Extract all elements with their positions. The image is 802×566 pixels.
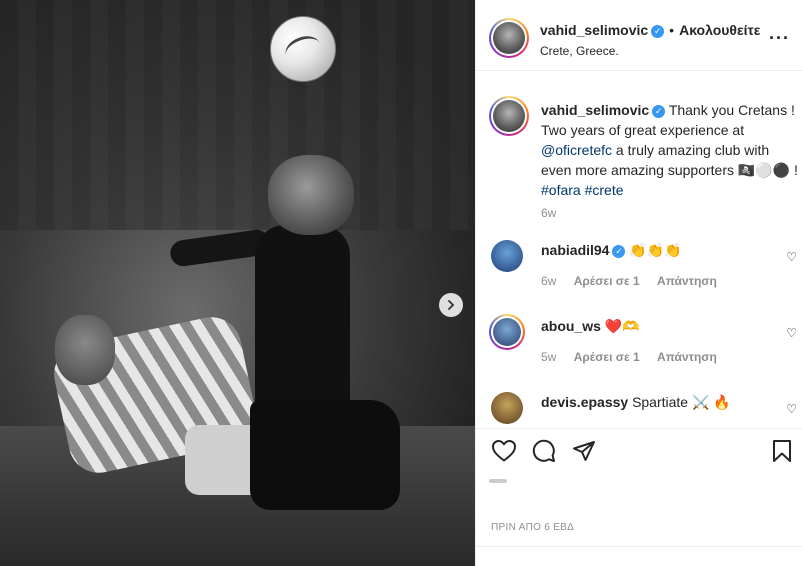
- comment-like-icon[interactable]: ♡: [786, 402, 797, 416]
- likes-summary[interactable]: [489, 472, 507, 486]
- comment-body: nabiadil94 ✓ 👏👏👏: [541, 242, 682, 259]
- commenter-avatar[interactable]: [491, 240, 523, 272]
- share-icon[interactable]: [572, 439, 596, 463]
- comment-likes[interactable]: Αρέσει σε 1: [574, 350, 640, 364]
- comment-icon[interactable]: [532, 439, 556, 463]
- comment-reply-button[interactable]: Απάντηση: [657, 274, 717, 288]
- post-location[interactable]: Crete, Greece.: [540, 44, 619, 58]
- caption-username[interactable]: vahid_selimovic: [541, 102, 649, 118]
- dark-player-head: [268, 155, 354, 235]
- stadium-stand: [0, 0, 475, 230]
- comment-text: ❤️🫶: [604, 318, 640, 334]
- caption-text: vahid_selimovic ✓ Thank you Cretans ! Two…: [541, 100, 799, 200]
- author-avatar[interactable]: [489, 18, 529, 58]
- comment-item: abou_ws ❤️🫶 5w Αρέσει σε 1 Απάντηση ♡: [489, 314, 799, 376]
- comment-meta: 5w Αρέσει σε 1 Απάντηση: [541, 350, 731, 364]
- comment-item: nabiadil94 ✓ 👏👏👏 6w Αρέσει σε 1 Απάντηση …: [489, 240, 799, 300]
- hashtag-ofara[interactable]: #ofara: [541, 182, 581, 198]
- separator-dot: •: [669, 22, 675, 38]
- comment-username[interactable]: abou_ws: [541, 318, 601, 334]
- comment-time: 6w: [541, 274, 557, 288]
- chevron-right-icon: [448, 300, 455, 310]
- comment-like-icon[interactable]: ♡: [786, 326, 797, 340]
- post-timestamp[interactable]: ΠΡΙΝ ΑΠΟ 6 ΕΒΔ: [491, 522, 574, 533]
- more-options-icon[interactable]: ···: [769, 28, 790, 49]
- author-username[interactable]: vahid_selimovic: [540, 22, 648, 38]
- verified-badge-icon: ✓: [651, 24, 665, 38]
- commenter-avatar[interactable]: [489, 314, 525, 350]
- next-image-button[interactable]: [439, 293, 463, 317]
- hashtag-crete[interactable]: #crete: [585, 182, 624, 198]
- dark-player-shorts: [250, 400, 400, 510]
- comment-meta: 6w Αρέσει σε 1 Απάντηση: [541, 274, 731, 288]
- comments-section: vahid_selimovic ✓ Thank you Cretans ! Two…: [476, 72, 802, 428]
- commenter-avatar[interactable]: [491, 392, 523, 424]
- striped-player-head: [55, 315, 115, 385]
- comment-item: devis.epassy Spartiate ⚔️ 🔥 ♡: [489, 392, 799, 428]
- comment-username[interactable]: nabiadil94: [541, 242, 609, 258]
- dark-player-body: [255, 225, 350, 425]
- post-header: vahid_selimovic ✓ • Ακολουθείτε Crete, Gree…: [476, 0, 802, 71]
- author-name-line: vahid_selimovic ✓ • Ακολουθείτε: [540, 22, 760, 38]
- caption-mention[interactable]: @oficretefc: [541, 142, 612, 158]
- comment-body: devis.epassy Spartiate ⚔️ 🔥: [541, 394, 731, 411]
- add-comment-bar[interactable]: [476, 546, 802, 566]
- comment-username[interactable]: devis.epassy: [541, 394, 628, 410]
- post-actions: [476, 428, 802, 474]
- comment-body: abou_ws ❤️🫶: [541, 318, 640, 335]
- football: [270, 16, 336, 82]
- post-image[interactable]: [0, 0, 475, 566]
- likes-avatar-icon: [489, 479, 507, 483]
- heart-icon[interactable]: [491, 439, 517, 463]
- comment-like-icon[interactable]: ♡: [786, 250, 797, 264]
- post-side-panel: vahid_selimovic ✓ • Ακολουθείτε Crete, Gree…: [475, 0, 802, 566]
- follow-status-button[interactable]: Ακολουθείτε: [679, 22, 760, 38]
- comment-text: 👏👏👏: [629, 242, 682, 258]
- caption-time: 6w: [541, 206, 557, 220]
- verified-badge-icon: ✓: [652, 104, 666, 118]
- caption-avatar[interactable]: [489, 96, 529, 136]
- comment-time: 5w: [541, 350, 557, 364]
- comment-text: Spartiate ⚔️ 🔥: [632, 394, 731, 410]
- bookmark-icon[interactable]: [772, 439, 792, 463]
- comment-reply-button[interactable]: Απάντηση: [657, 350, 717, 364]
- comment-likes[interactable]: Αρέσει σε 1: [574, 274, 640, 288]
- verified-badge-icon: ✓: [612, 244, 626, 258]
